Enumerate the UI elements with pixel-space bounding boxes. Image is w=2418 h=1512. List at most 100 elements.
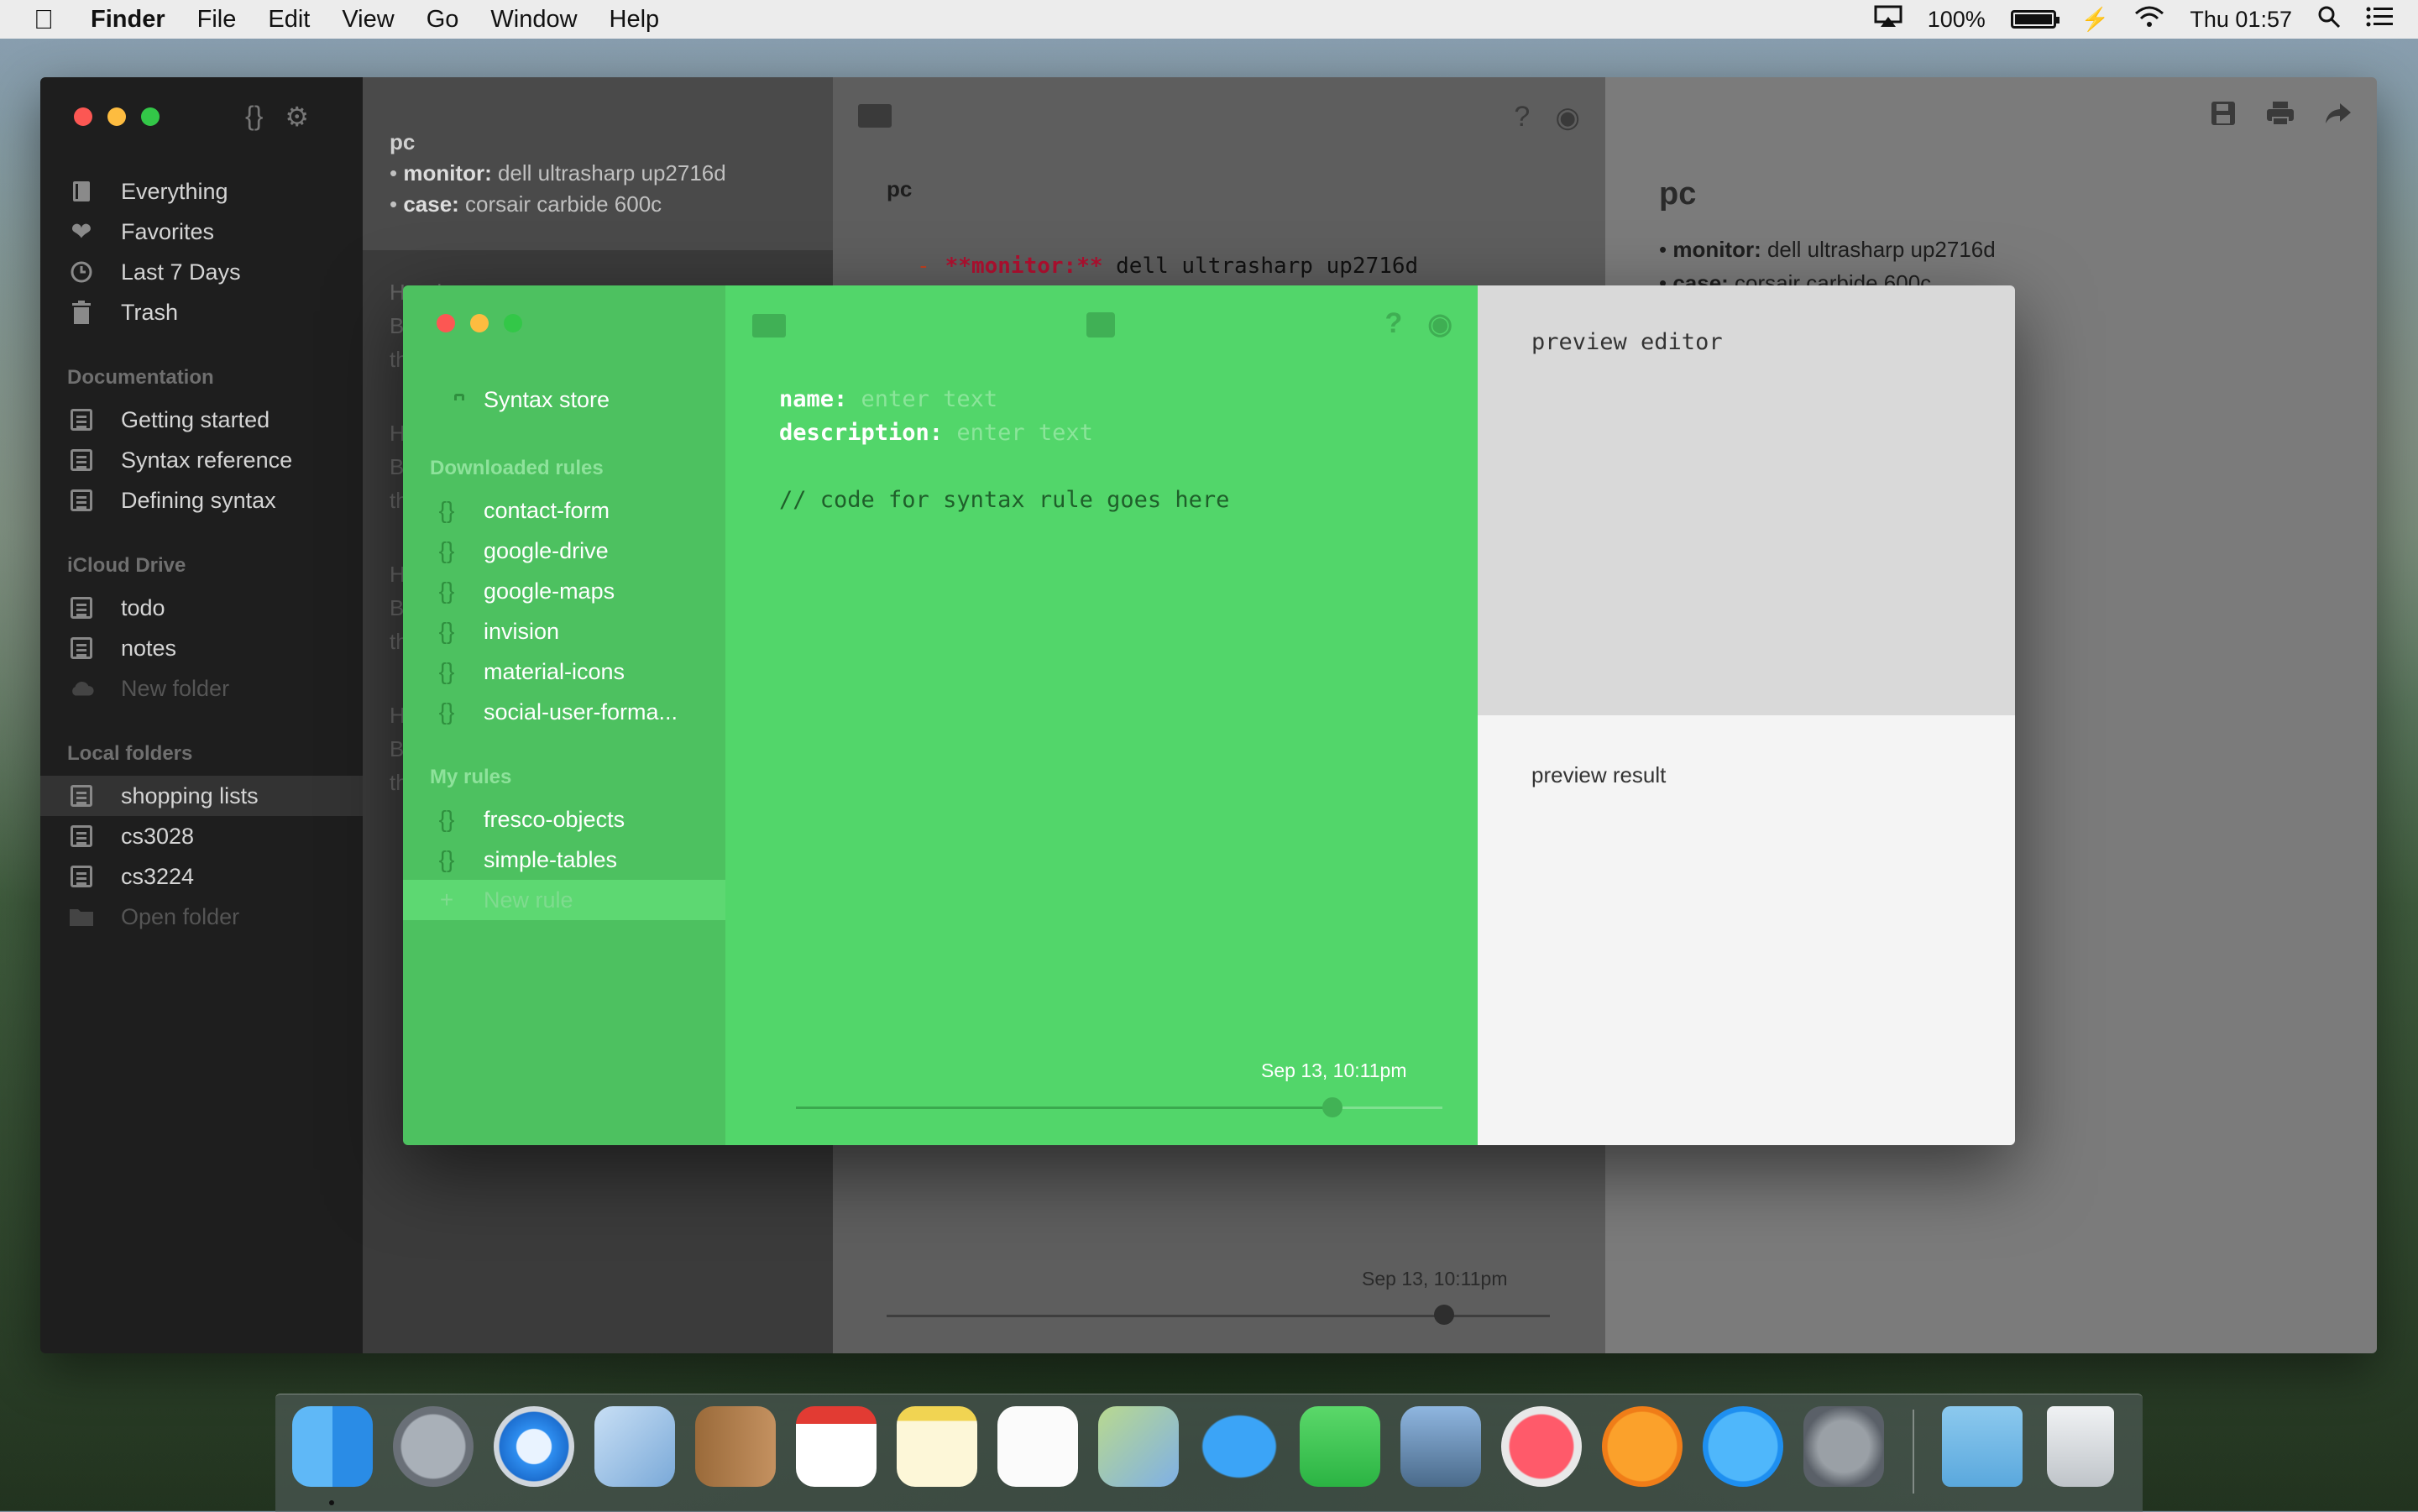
sidebar-new-folder[interactable]: New folder xyxy=(40,668,363,709)
sidebar-item-last-7-days[interactable]: Last 7 Days xyxy=(40,252,363,292)
close-button[interactable] xyxy=(437,314,455,332)
rule-item-label: invision xyxy=(484,618,560,644)
apple-menu-icon[interactable]:  xyxy=(34,4,62,35)
eye-icon[interactable]: ◉ xyxy=(1555,101,1580,134)
battery-icon[interactable] xyxy=(2010,10,2059,29)
rule-editor: ? ◉ name: enter text description: enter … xyxy=(725,285,1478,1145)
sidebar-item-notes[interactable]: notes xyxy=(40,628,363,668)
sidebar-item-cs3224[interactable]: cs3224 xyxy=(40,856,363,897)
history-slider-fill xyxy=(796,1107,1333,1109)
sidebar-tools: {} ⚙ xyxy=(245,101,309,133)
history-slider-track[interactable] xyxy=(796,1107,1442,1109)
mail-icon[interactable] xyxy=(594,1406,675,1487)
menu-file[interactable]: File xyxy=(197,6,237,34)
document-icon xyxy=(69,447,94,473)
menu-app-name[interactable]: Finder xyxy=(91,6,165,34)
rule-item-simple-tables[interactable]: {} simple-tables xyxy=(403,840,725,880)
sidebar-item-everything[interactable]: Everything xyxy=(40,171,363,212)
rule-code-area[interactable]: name: enter text description: enter text… xyxy=(779,383,1229,517)
note-card-title: pc xyxy=(390,129,416,154)
airplay-icon[interactable] xyxy=(1874,5,1902,34)
running-indicator xyxy=(329,1500,334,1505)
contacts-icon[interactable] xyxy=(695,1406,776,1487)
preview-editor-pane[interactable]: preview editor xyxy=(1478,285,2015,715)
notification-center-icon[interactable] xyxy=(2366,6,2393,34)
history-slider-knob[interactable] xyxy=(1322,1097,1343,1117)
braces-icon: {} xyxy=(438,806,455,832)
note-card-selected[interactable]: pc • monitor: dell ultrasharp up2716d • … xyxy=(363,77,833,250)
braces-icon: {} xyxy=(438,658,455,684)
share-icon[interactable] xyxy=(2325,101,2352,133)
eye-icon[interactable]: ◉ xyxy=(1427,307,1452,341)
launchpad-icon[interactable] xyxy=(393,1406,474,1487)
menu-go[interactable]: Go xyxy=(427,6,459,34)
battery-percent[interactable]: 100% xyxy=(1928,7,1986,33)
help-icon[interactable]: ? xyxy=(1385,307,1403,341)
minimize-button[interactable] xyxy=(107,107,126,126)
editor-code-line[interactable]: - **monitor:** dell ultrasharp up2716d xyxy=(917,254,1418,279)
safari-icon[interactable] xyxy=(494,1406,574,1487)
rule-item-social-user-forma[interactable]: {} social-user-forma... xyxy=(403,692,725,732)
sidebar-item-todo[interactable]: todo xyxy=(40,588,363,628)
sidebar-item-getting-started[interactable]: Getting started xyxy=(40,400,363,440)
sidebar-item-trash[interactable]: Trash xyxy=(40,292,363,332)
braces-icon[interactable]: {} xyxy=(245,101,263,133)
trash-icon[interactable] xyxy=(2047,1406,2114,1487)
facetime-icon[interactable] xyxy=(1300,1406,1380,1487)
downloads-folder-icon[interactable] xyxy=(1942,1406,2023,1487)
new-rule-item[interactable]: + New rule xyxy=(403,880,725,920)
rule-item-fresco-objects[interactable]: {} fresco-objects xyxy=(403,799,725,840)
zoom-button[interactable] xyxy=(504,314,522,332)
rule-item-google-drive[interactable]: {} google-drive xyxy=(403,531,725,571)
help-icon[interactable]: ? xyxy=(1514,101,1530,134)
save-icon[interactable] xyxy=(2211,101,2236,133)
menu-help[interactable]: Help xyxy=(610,6,660,34)
ibooks-icon[interactable] xyxy=(1602,1406,1683,1487)
section-heading-documentation: Documentation xyxy=(67,366,214,389)
sidebar-item-syntax-reference[interactable]: Syntax reference xyxy=(40,440,363,480)
sidebar-item-shopping-lists[interactable]: shopping lists xyxy=(40,776,363,816)
description-field[interactable]: description: enter text xyxy=(779,416,1229,450)
minimize-button[interactable] xyxy=(470,314,489,332)
wifi-icon[interactable] xyxy=(2134,5,2164,34)
syntax-store-item[interactable]: Syntax store xyxy=(403,379,725,420)
sidebar-item-favorites[interactable]: ❤ Favorites xyxy=(40,212,363,252)
maps-icon[interactable] xyxy=(1098,1406,1179,1487)
folder-icon[interactable] xyxy=(858,104,892,128)
folder-icon[interactable] xyxy=(752,314,786,337)
sidebar-item-cs3028[interactable]: cs3028 xyxy=(40,816,363,856)
code-comment[interactable]: // code for syntax rule goes here xyxy=(779,484,1229,517)
menu-edit[interactable]: Edit xyxy=(268,6,310,34)
store-bag-icon[interactable] xyxy=(1086,312,1115,337)
rule-item-google-maps[interactable]: {} google-maps xyxy=(403,571,725,611)
history-slider-knob[interactable] xyxy=(1433,1305,1454,1325)
sidebar-open-folder[interactable]: Open folder xyxy=(40,897,363,937)
sidebar-item-defining-syntax[interactable]: Defining syntax xyxy=(40,480,363,521)
itunes-icon[interactable] xyxy=(1501,1406,1582,1487)
reminders-icon[interactable] xyxy=(997,1406,1078,1487)
menu-clock[interactable]: Thu 01:57 xyxy=(2190,7,2292,33)
gear-icon[interactable]: ⚙ xyxy=(285,101,309,133)
rule-item-material-icons[interactable]: {} material-icons xyxy=(403,651,725,692)
zoom-button[interactable] xyxy=(141,107,160,126)
rule-item-invision[interactable]: {} invision xyxy=(403,611,725,651)
dock-separator xyxy=(1913,1410,1914,1494)
print-icon[interactable] xyxy=(2266,101,2295,133)
rule-item-label: google-drive xyxy=(484,537,609,563)
trash-icon xyxy=(69,300,94,325)
calendar-icon[interactable] xyxy=(796,1406,877,1487)
rule-item-contact-form[interactable]: {} contact-form xyxy=(403,490,725,531)
notes-icon[interactable] xyxy=(897,1406,977,1487)
spotlight-search-icon[interactable] xyxy=(2317,5,2341,34)
menu-view[interactable]: View xyxy=(342,6,394,34)
menu-window[interactable]: Window xyxy=(490,6,577,34)
name-field[interactable]: name: enter text xyxy=(779,383,1229,416)
rule-item-label: fresco-objects xyxy=(484,806,625,832)
photo-booth-icon[interactable] xyxy=(1400,1406,1481,1487)
close-button[interactable] xyxy=(74,107,92,126)
finder-icon[interactable] xyxy=(292,1406,373,1487)
app-store-icon[interactable] xyxy=(1703,1406,1783,1487)
messages-icon[interactable] xyxy=(1199,1406,1280,1487)
system-preferences-icon[interactable] xyxy=(1803,1406,1884,1487)
heart-icon: ❤ xyxy=(71,217,92,246)
